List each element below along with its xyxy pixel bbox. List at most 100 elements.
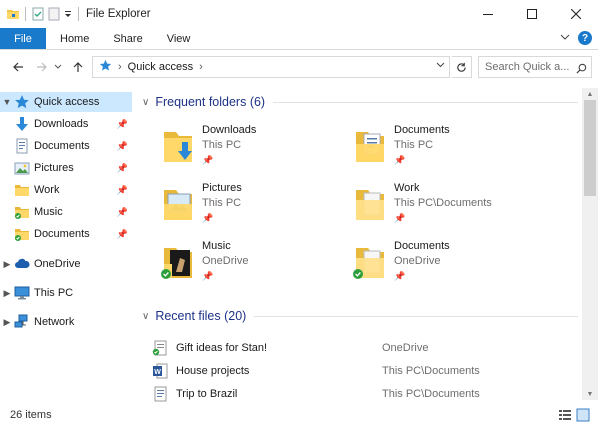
- navigation-pane: ▼ Quick access Downloads 📌 Documents 📌 P…: [0, 88, 134, 400]
- frequent-folder-downloads[interactable]: Downloads This PC 📌: [144, 122, 334, 176]
- recent-file-row[interactable]: Gift ideas for Stan! OneDrive: [152, 338, 572, 358]
- collapse-chevron-icon[interactable]: ∨: [142, 97, 149, 108]
- file-name: Gift ideas for Stan!: [176, 342, 268, 354]
- folder-app-icon[interactable]: [6, 7, 20, 21]
- pin-icon[interactable]: 📌: [117, 207, 128, 218]
- properties-icon[interactable]: [31, 7, 45, 21]
- nav-label: Network: [34, 316, 75, 328]
- nav-pinned-work[interactable]: Work 📌: [0, 180, 132, 200]
- close-button[interactable]: [554, 0, 598, 28]
- nav-label: Quick access: [34, 96, 100, 108]
- new-folder-icon[interactable]: [47, 7, 61, 21]
- frequent-folder-documents[interactable]: Documents This PC 📌: [336, 122, 526, 176]
- onedrive-cloud-icon: [14, 256, 30, 272]
- recent-locations-button[interactable]: [52, 57, 64, 77]
- tab-share[interactable]: Share: [101, 28, 154, 49]
- expand-arrow-icon[interactable]: ▶: [0, 259, 14, 270]
- folder-location: This PC: [394, 139, 434, 151]
- nav-pinned-documents[interactable]: Documents 📌: [0, 136, 132, 156]
- nav-onedrive[interactable]: ▶ OneDrive: [0, 254, 132, 274]
- folder-name: Pictures: [202, 182, 242, 194]
- recent-file-row[interactable]: W House projects This PC\Documents: [152, 361, 572, 381]
- breadcrumb-separator[interactable]: ›: [199, 61, 203, 73]
- computer-icon: [14, 285, 30, 301]
- pin-icon: 📌: [394, 155, 406, 165]
- nav-pinned-downloads[interactable]: Downloads 📌: [0, 114, 132, 134]
- address-bar[interactable]: › Quick access ›: [92, 56, 450, 78]
- expand-arrow-icon[interactable]: ▶: [0, 317, 14, 328]
- expand-arrow-icon[interactable]: ▶: [0, 288, 14, 299]
- file-location: OneDrive: [382, 342, 429, 354]
- frequent-folder-music[interactable]: Music OneDrive 📌: [144, 238, 334, 292]
- view-switcher: [558, 408, 590, 422]
- nav-pinned-music[interactable]: Music 📌: [0, 202, 132, 222]
- scroll-down-icon[interactable]: ▼: [582, 388, 598, 400]
- pin-icon: 📌: [202, 213, 214, 223]
- folder-location: This PC\Documents: [394, 197, 492, 209]
- pin-icon[interactable]: 📌: [117, 229, 128, 240]
- text-file-onedrive-icon: [152, 340, 168, 356]
- network-icon: [14, 314, 30, 330]
- tab-file[interactable]: File: [0, 28, 46, 49]
- breadcrumb: › Quick access ›: [99, 59, 203, 75]
- minimize-button[interactable]: [466, 0, 510, 28]
- nav-quick-access[interactable]: ▼ Quick access: [0, 92, 132, 112]
- toolbar-divider: [25, 7, 26, 21]
- tab-view[interactable]: View: [155, 28, 203, 49]
- pin-icon[interactable]: 📌: [117, 119, 128, 130]
- recent-file-row[interactable]: Trip to Brazil This PC\Documents: [152, 384, 572, 404]
- downloads-folder-icon: [158, 126, 198, 166]
- recent-files-header[interactable]: ∨ Recent files (20): [138, 306, 578, 326]
- music-folder-icon: [14, 204, 30, 220]
- document-icon: [152, 386, 168, 402]
- tab-home[interactable]: Home: [46, 28, 101, 49]
- nav-label: Documents: [34, 140, 90, 152]
- pin-icon[interactable]: 📌: [117, 141, 128, 152]
- svg-text:W: W: [154, 369, 161, 376]
- nav-label: Music: [34, 206, 63, 218]
- expand-ribbon-icon[interactable]: [560, 32, 570, 45]
- breadcrumb-separator: ›: [118, 61, 122, 73]
- scrollbar-thumb[interactable]: [584, 100, 596, 196]
- address-dropdown-icon[interactable]: [436, 60, 445, 72]
- scroll-up-icon[interactable]: ▲: [582, 88, 598, 100]
- download-icon: [14, 116, 30, 132]
- pictures-icon: [14, 160, 30, 176]
- status-bar: 26 items: [0, 404, 598, 426]
- large-icons-view-icon[interactable]: [576, 408, 590, 422]
- frequent-folders-header[interactable]: ∨ Frequent folders (6): [138, 92, 578, 112]
- nav-label: Work: [34, 184, 60, 196]
- search-input[interactable]: Search Quick a...: [478, 56, 592, 78]
- details-view-icon[interactable]: [558, 408, 572, 422]
- pin-icon[interactable]: 📌: [117, 163, 128, 174]
- search-icon[interactable]: [576, 63, 587, 77]
- nav-pinned-pictures[interactable]: Pictures 📌: [0, 158, 132, 178]
- collapse-chevron-icon[interactable]: ∨: [142, 311, 149, 322]
- documents-folder-icon: [350, 242, 390, 282]
- title-bar: File Explorer: [0, 0, 598, 28]
- toolbar-divider: [78, 7, 79, 21]
- folder-name: Work: [394, 182, 420, 194]
- frequent-folder-pictures[interactable]: Pictures This PC 📌: [144, 180, 334, 234]
- folder-name: Documents: [394, 124, 450, 136]
- frequent-folder-work[interactable]: Work This PC\Documents 📌: [336, 180, 526, 234]
- collapse-arrow-icon[interactable]: ▼: [0, 97, 14, 107]
- breadcrumb-quick-access[interactable]: Quick access: [128, 61, 193, 73]
- up-button[interactable]: [68, 57, 88, 77]
- nav-pinned-documents-onedrive[interactable]: Documents 📌: [0, 224, 132, 244]
- refresh-button[interactable]: [452, 56, 472, 78]
- nav-label: Documents: [34, 228, 90, 240]
- frequent-folder-documents-onedrive[interactable]: Documents OneDrive 📌: [336, 238, 526, 292]
- help-icon[interactable]: ?: [578, 31, 592, 45]
- customize-toolbar-icon[interactable]: [63, 7, 73, 21]
- pin-icon[interactable]: 📌: [117, 185, 128, 196]
- word-document-icon: W: [152, 363, 168, 379]
- nav-network[interactable]: ▶ Network: [0, 312, 132, 332]
- section-divider: [254, 315, 578, 317]
- nav-this-pc[interactable]: ▶ This PC: [0, 283, 132, 303]
- forward-button[interactable]: [32, 57, 52, 77]
- vertical-scrollbar[interactable]: ▲ ▼: [582, 88, 598, 400]
- back-button[interactable]: [8, 57, 28, 77]
- file-location: This PC\Documents: [382, 365, 480, 377]
- maximize-button[interactable]: [510, 0, 554, 28]
